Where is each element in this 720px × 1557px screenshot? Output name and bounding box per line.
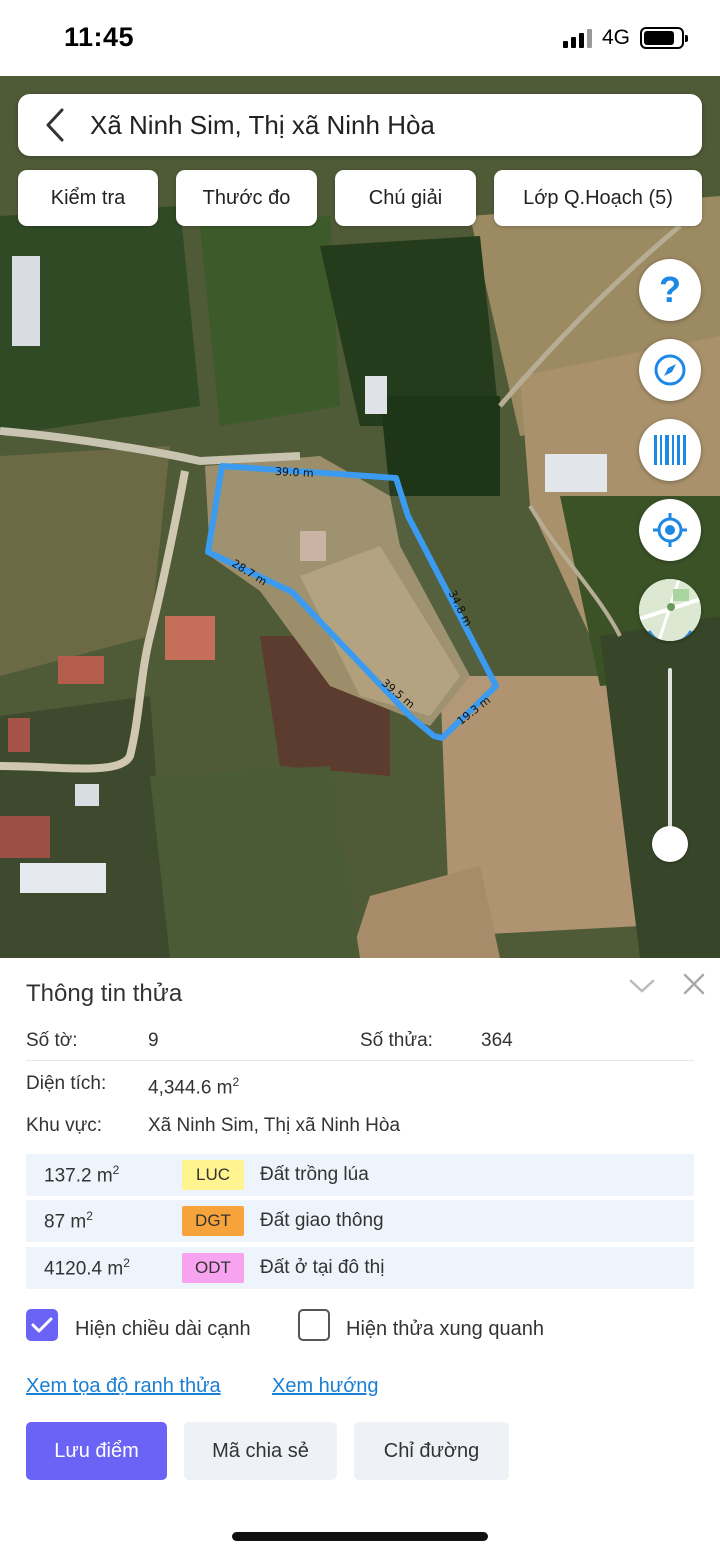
- status-bar: 11:45 4G: [0, 0, 720, 76]
- edge-label-top: 39.0 m: [275, 465, 314, 480]
- map-thumbnail-icon: [639, 579, 701, 641]
- checkmark-icon: [31, 1317, 53, 1333]
- tool-chips: Kiểm tra Thước đo Chú giải Lớp Q.Hoạch (…: [18, 170, 702, 226]
- land-use-code-badge: ODT: [182, 1253, 244, 1283]
- divider: [26, 1060, 694, 1061]
- chip-legend[interactable]: Chú giải: [335, 170, 476, 226]
- sheet-title: Thông tin thửa: [26, 980, 183, 1007]
- land-use-code-badge: LUC: [182, 1160, 244, 1190]
- show-neighbors-label[interactable]: Hiện thửa xung quanh: [346, 1318, 544, 1341]
- share-code-button[interactable]: Mã chia sẻ: [184, 1422, 337, 1480]
- land-use-row: 4120.4 m2 ODT Đất ở tại đô thị: [26, 1247, 694, 1289]
- directions-button[interactable]: Chỉ đường: [354, 1422, 509, 1480]
- area-label: Diện tích:: [26, 1073, 107, 1094]
- region-label: Khu vực:: [26, 1115, 103, 1136]
- parcel-number-value: 364: [481, 1030, 513, 1051]
- help-button[interactable]: ?: [639, 259, 701, 321]
- show-edge-lengths-checkbox[interactable]: [26, 1309, 58, 1341]
- zoom-slider-handle[interactable]: [652, 826, 688, 862]
- zoom-slider-track[interactable]: [668, 668, 672, 844]
- map-type-button[interactable]: [639, 579, 701, 641]
- view-direction-link[interactable]: Xem hướng: [272, 1375, 379, 1398]
- barcode-icon: [654, 435, 686, 465]
- compass-icon: [654, 354, 686, 386]
- area-value: 4,344.6 m2: [148, 1075, 240, 1099]
- location-header: Xã Ninh Sim, Thị xã Ninh Hòa: [18, 94, 702, 156]
- battery-icon: [640, 27, 688, 49]
- chip-planning-layers[interactable]: Lớp Q.Hoạch (5): [494, 170, 702, 226]
- land-use-row: 87 m2 DGT Đất giao thông: [26, 1200, 694, 1242]
- network-type: 4G: [601, 26, 630, 49]
- land-use-row: 137.2 m2 LUC Đất trồng lúa: [26, 1154, 694, 1196]
- save-point-button[interactable]: Lưu điểm: [26, 1422, 167, 1480]
- close-icon[interactable]: [682, 972, 706, 996]
- land-use-name: Đất ở tại đô thị: [260, 1257, 385, 1278]
- land-use-area: 87 m2: [44, 1208, 93, 1233]
- barcode-button[interactable]: [639, 419, 701, 481]
- sheet-number-label: Số tờ:: [26, 1030, 78, 1051]
- view-boundary-coords-link[interactable]: Xem tọa độ ranh thửa: [26, 1375, 221, 1398]
- land-use-code-badge: DGT: [182, 1206, 244, 1236]
- land-use-name: Đất trồng lúa: [260, 1164, 369, 1185]
- land-use-name: Đất giao thông: [260, 1210, 384, 1231]
- status-indicators: 4G: [562, 26, 688, 50]
- land-use-area: 4120.4 m2: [44, 1255, 130, 1280]
- help-icon: ?: [659, 269, 681, 310]
- show-neighbors-checkbox[interactable]: [298, 1309, 330, 1341]
- chip-check[interactable]: Kiểm tra: [18, 170, 158, 226]
- locate-button[interactable]: [639, 499, 701, 561]
- location-title: Xã Ninh Sim, Thị xã Ninh Hòa: [90, 109, 435, 140]
- parcel-number-label: Số thửa:: [360, 1030, 433, 1051]
- status-time: 11:45: [64, 22, 135, 52]
- cell-signal-icon: [562, 28, 592, 48]
- compass-button[interactable]: [639, 339, 701, 401]
- chip-ruler[interactable]: Thước đo: [176, 170, 317, 226]
- parcel-info-sheet: Thông tin thửa Số tờ: 9 Số thửa: 364 Diệ…: [0, 958, 720, 1557]
- chevron-down-icon[interactable]: [628, 976, 656, 996]
- region-value: Xã Ninh Sim, Thị xã Ninh Hòa: [148, 1115, 401, 1136]
- locate-icon: [653, 513, 687, 547]
- sheet-number-value: 9: [148, 1030, 159, 1051]
- land-use-area: 137.2 m2: [44, 1162, 120, 1187]
- show-edge-lengths-label[interactable]: Hiện chiều dài cạnh: [75, 1318, 251, 1341]
- home-indicator: [232, 1532, 488, 1541]
- back-arrow-icon[interactable]: [30, 94, 80, 156]
